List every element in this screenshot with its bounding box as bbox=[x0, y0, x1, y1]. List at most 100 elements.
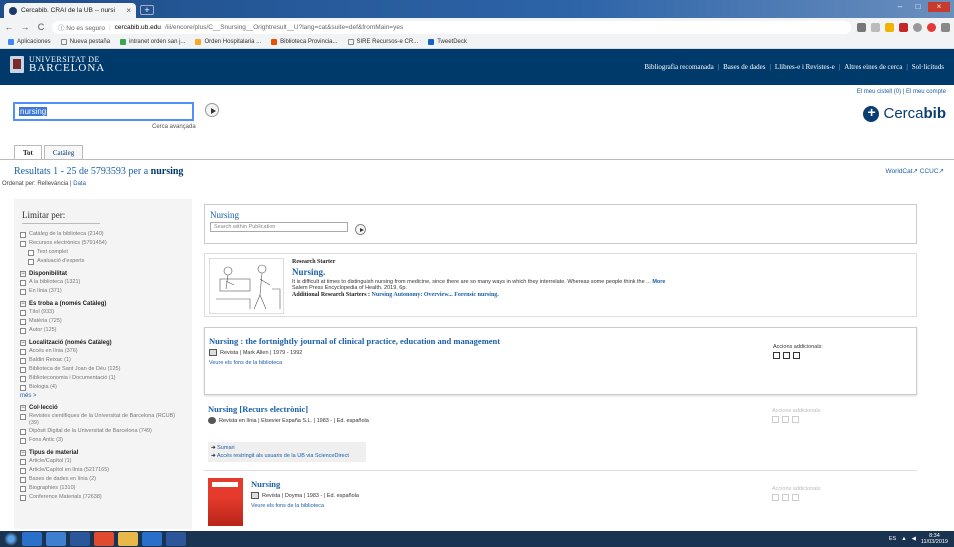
checkbox[interactable] bbox=[20, 437, 26, 444]
checkbox[interactable] bbox=[20, 476, 26, 483]
checkbox[interactable] bbox=[20, 348, 26, 355]
facet-item[interactable]: Biblioteca de Sant Joan de Déu (125) bbox=[20, 366, 186, 373]
facet-item[interactable]: Biologia (4) bbox=[20, 384, 186, 391]
checkbox[interactable] bbox=[20, 467, 26, 474]
facet-item[interactable]: Fons Antic (3) bbox=[20, 437, 186, 444]
maximize-icon[interactable]: □ bbox=[910, 2, 926, 12]
browser-tab[interactable]: Cercabib. CRAI de la UB -- nursi × bbox=[4, 3, 136, 18]
extension-icon[interactable] bbox=[899, 22, 908, 32]
bookmark-item[interactable]: intranet orden san j... bbox=[120, 39, 185, 45]
search-go-button[interactable] bbox=[205, 103, 219, 117]
email-icon[interactable] bbox=[783, 352, 790, 359]
checkbox[interactable] bbox=[20, 384, 26, 391]
facet-item[interactable]: Article/Capítol en línia (5217165) bbox=[20, 467, 186, 474]
nav-bases-dades[interactable]: Bases de dades bbox=[723, 63, 765, 71]
bookmark-item[interactable]: Biblioteca Provincia... bbox=[271, 39, 338, 45]
facet-item[interactable]: Revistes científiques de la Universitat … bbox=[20, 413, 186, 426]
facet-group-es-troba[interactable]: − Es troba a (només Catàleg) bbox=[20, 301, 186, 307]
url-input[interactable]: ⓘ No es seguro | cercabib.ub.edu/iii/enc… bbox=[52, 20, 851, 34]
reload-icon[interactable]: C bbox=[36, 22, 46, 32]
clock[interactable]: 8:34 11/03/2019 bbox=[921, 533, 948, 545]
collapse-icon[interactable]: − bbox=[20, 271, 26, 277]
checkbox[interactable] bbox=[28, 249, 34, 256]
forward-icon[interactable]: → bbox=[20, 22, 30, 32]
nav-llibres-revistes[interactable]: Llibres-e i Revistes-e bbox=[775, 63, 835, 71]
research-title[interactable]: Nursing. bbox=[292, 267, 665, 277]
checkbox[interactable] bbox=[20, 240, 26, 247]
checkbox[interactable] bbox=[20, 428, 26, 435]
checkbox[interactable] bbox=[20, 375, 26, 382]
facet-group-disponibilitat[interactable]: − Disponibilitat bbox=[20, 271, 186, 277]
sort-by-date-link[interactable]: Data bbox=[73, 181, 86, 187]
publication-title[interactable]: Nursing bbox=[210, 210, 911, 220]
cite-icon[interactable] bbox=[792, 416, 799, 423]
facet-item[interactable]: Matèria (725) bbox=[20, 318, 186, 325]
publication-search-input[interactable]: Search within Publication bbox=[210, 222, 348, 232]
journal-cover[interactable] bbox=[208, 478, 243, 526]
minimize-icon[interactable]: – bbox=[892, 2, 908, 12]
profile-icon[interactable] bbox=[927, 22, 936, 32]
translate-icon[interactable] bbox=[857, 22, 866, 32]
advanced-search-link[interactable]: Cerca avançada bbox=[152, 124, 196, 130]
extension-icon[interactable] bbox=[885, 22, 894, 32]
facet-item[interactable]: Biblioteconomia i Documentació (1) bbox=[20, 375, 186, 382]
bookmark-item[interactable]: TweetDeck bbox=[428, 39, 467, 45]
ie-icon[interactable] bbox=[142, 532, 162, 546]
folder-icon[interactable] bbox=[118, 532, 138, 546]
outlook-icon[interactable] bbox=[70, 532, 90, 546]
checkbox[interactable] bbox=[20, 231, 26, 238]
checkbox[interactable] bbox=[20, 357, 26, 364]
checkbox[interactable] bbox=[20, 413, 26, 420]
facet-item[interactable]: Conference Materials (72638) bbox=[20, 494, 186, 501]
bookmark-item[interactable]: Orden Hospitalaria ... bbox=[195, 39, 261, 45]
tab-cataleg[interactable]: Catàleg bbox=[43, 145, 84, 160]
checkbox[interactable] bbox=[20, 366, 26, 373]
facet-group-tipus-material[interactable]: − Tipus de material bbox=[20, 450, 186, 456]
bookmark-item[interactable]: Nueva pestaña bbox=[60, 39, 110, 45]
checkbox[interactable] bbox=[20, 309, 26, 316]
checkbox[interactable] bbox=[20, 494, 26, 501]
facet-item[interactable]: Accés en línia (376) bbox=[20, 348, 186, 355]
facet-item[interactable]: Avaluació d'experts bbox=[28, 258, 186, 265]
facet-item[interactable]: Autor (125) bbox=[20, 327, 186, 334]
holdings-link[interactable]: Veure els fons de la biblioteca bbox=[251, 503, 359, 509]
extension-icon[interactable] bbox=[913, 22, 922, 32]
print-icon[interactable] bbox=[773, 352, 780, 359]
sciencedirect-access-link[interactable]: ➜ Accés restringit als usuaris de la UB … bbox=[211, 452, 363, 460]
record-title[interactable]: Nursing bbox=[251, 479, 359, 489]
search-input[interactable]: nursing bbox=[13, 102, 194, 121]
publication-search-button[interactable] bbox=[355, 224, 366, 235]
summary-link[interactable]: ➜ Sumari bbox=[211, 444, 363, 452]
explorer-icon[interactable] bbox=[46, 532, 66, 546]
checkbox[interactable] bbox=[28, 258, 34, 265]
email-icon[interactable] bbox=[782, 494, 789, 501]
nav-sollicituds[interactable]: Sol·licituds bbox=[912, 63, 944, 71]
new-tab-button[interactable]: + bbox=[140, 5, 154, 15]
tab-tot[interactable]: Tot bbox=[14, 145, 42, 160]
email-icon[interactable] bbox=[782, 416, 789, 423]
additional-research-links[interactable]: Nursing Autonomy: Overview... Forensic n… bbox=[372, 292, 499, 298]
cite-icon[interactable] bbox=[793, 352, 800, 359]
facet-group-localitzacio[interactable]: − Localització (només Catàleg) bbox=[20, 340, 186, 346]
language-indicator[interactable]: ES bbox=[889, 536, 896, 542]
facet-group-colleccio[interactable]: − Col·lecció bbox=[20, 405, 186, 411]
facet-item[interactable]: Article/Capítol (1) bbox=[20, 458, 186, 465]
facet-item[interactable]: Text complet bbox=[28, 249, 186, 256]
collapse-icon[interactable]: − bbox=[20, 301, 26, 307]
facet-item[interactable]: Baldiri Reixac (1) bbox=[20, 357, 186, 364]
print-icon[interactable] bbox=[772, 494, 779, 501]
facet-item[interactable]: A la biblioteca (1321) bbox=[20, 279, 186, 286]
facet-item[interactable]: Catàleg de la biblioteca (2140) bbox=[20, 231, 186, 238]
ie-icon[interactable] bbox=[22, 532, 42, 546]
facet-item[interactable]: Biographies (1310) bbox=[20, 485, 186, 492]
checkbox[interactable] bbox=[20, 485, 26, 492]
checkbox[interactable] bbox=[20, 458, 26, 465]
back-icon[interactable]: ← bbox=[4, 22, 14, 32]
nav-bibliografia[interactable]: Bibliografia recomanada bbox=[644, 63, 713, 71]
close-tab-icon[interactable]: × bbox=[126, 6, 131, 15]
bookmark-item[interactable]: SIRE Recursos-e CR... bbox=[347, 39, 418, 45]
menu-icon[interactable] bbox=[941, 22, 950, 32]
word-icon[interactable] bbox=[166, 532, 186, 546]
more-link[interactable]: més > bbox=[20, 393, 186, 399]
bookmark-apps[interactable]: Aplicaciones bbox=[8, 39, 51, 45]
